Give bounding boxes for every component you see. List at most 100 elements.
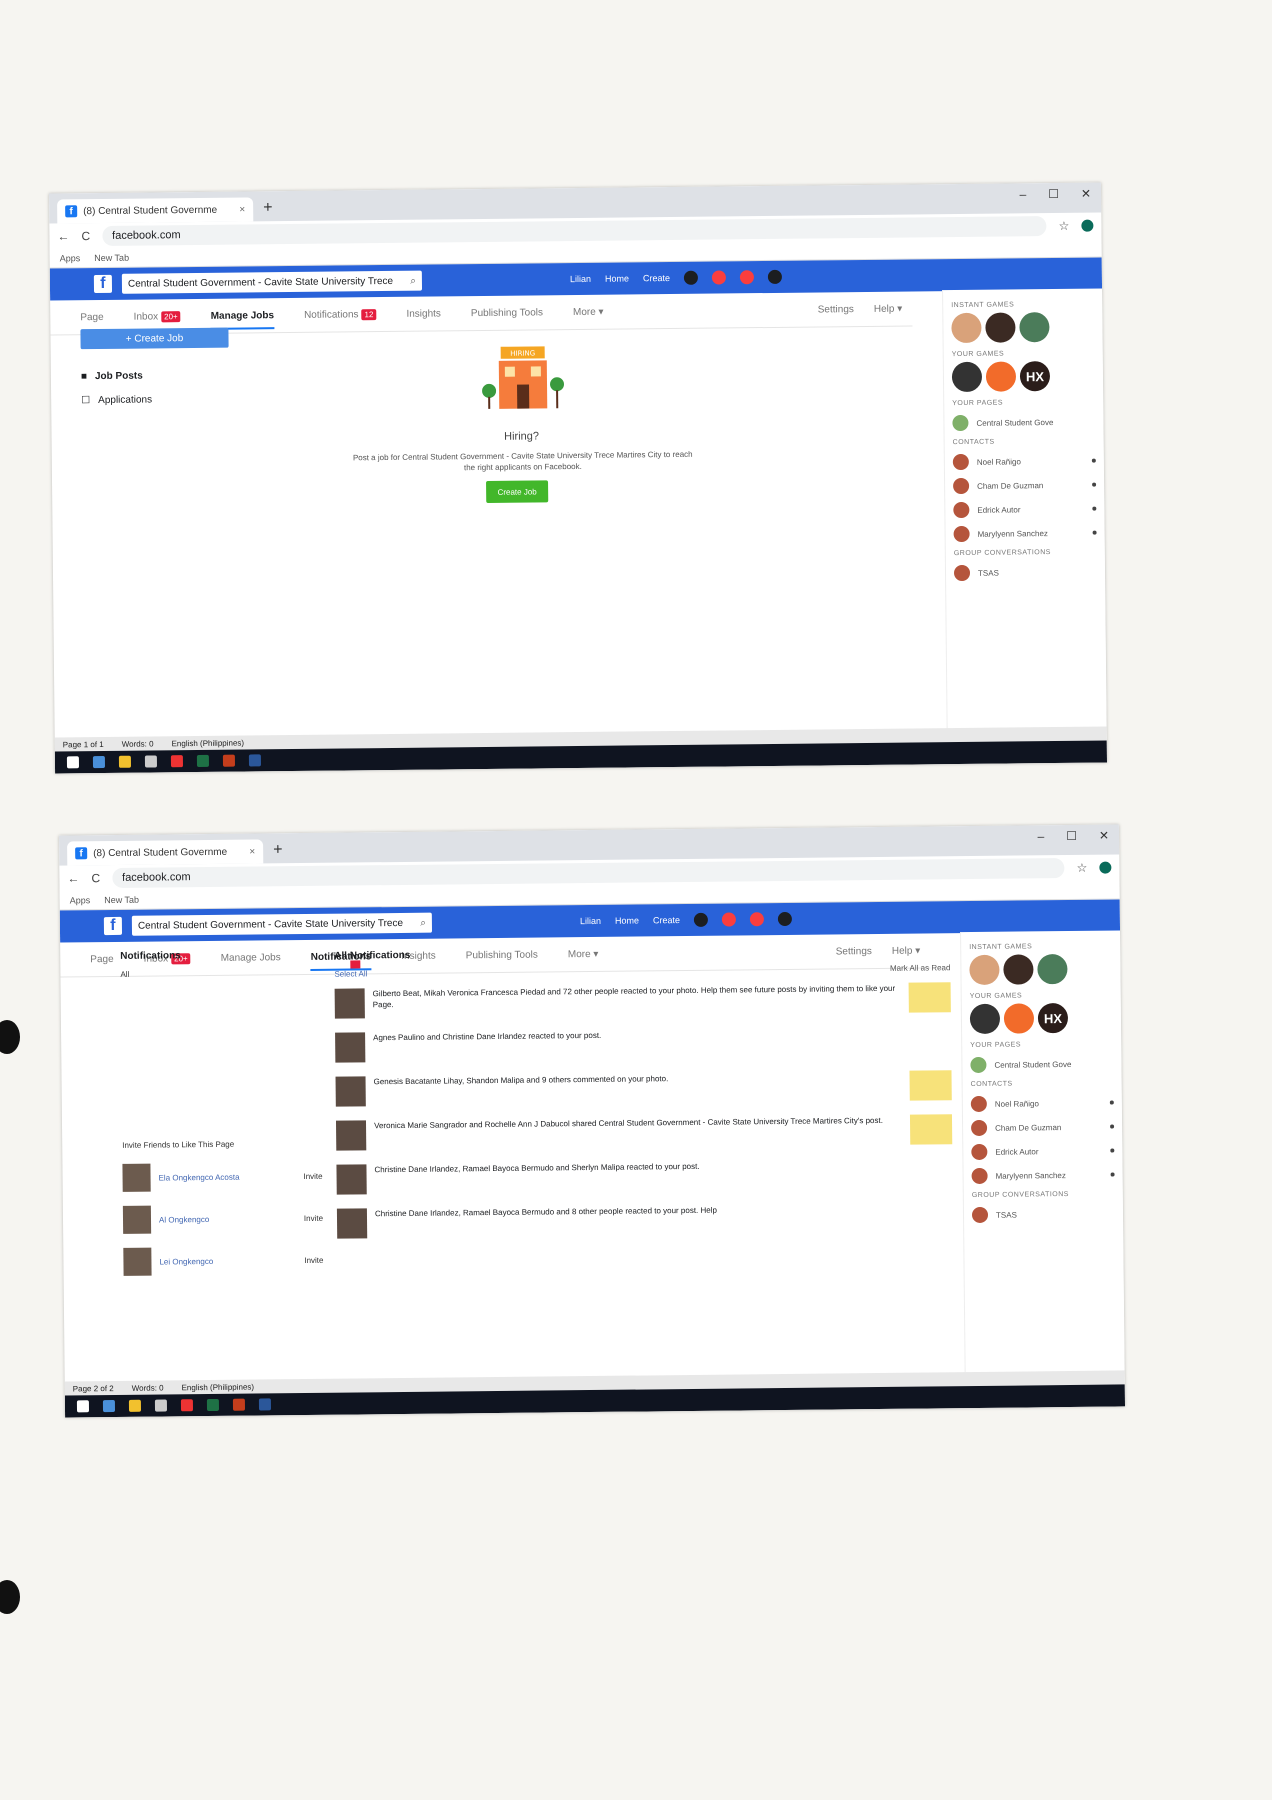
hx-game-icon[interactable]: HX (1037, 1003, 1069, 1034)
profile-avatar[interactable] (1081, 219, 1094, 232)
close-tab-icon[interactable]: × (249, 846, 255, 857)
nav-home[interactable]: Home (615, 915, 639, 925)
help-icon[interactable] (767, 269, 783, 284)
word-icon[interactable] (248, 754, 262, 767)
contact-item[interactable]: Edrick Autor (953, 501, 1097, 519)
bookmark-apps[interactable]: Apps (70, 895, 91, 905)
maximize-icon[interactable]: ☐ (1066, 829, 1077, 843)
nav-profile[interactable]: Lilian (570, 274, 591, 284)
create-job-cta-button[interactable]: Create Job (486, 480, 549, 503)
notifications-icon[interactable] (749, 912, 765, 927)
notification-item[interactable]: Genesis Bacatante Lihay, Shandon Malipa … (335, 1070, 952, 1107)
star-icon[interactable]: ☆ (1077, 861, 1088, 875)
excel-icon[interactable] (196, 754, 210, 768)
game-avatar[interactable] (1019, 312, 1050, 343)
facebook-logo-icon[interactable]: f (103, 916, 123, 936)
game-avatar[interactable] (985, 312, 1016, 343)
hx-game-icon[interactable]: HX (1019, 361, 1051, 392)
contact-item[interactable]: Cham De Guzman (953, 477, 1097, 495)
start-icon[interactable] (76, 1400, 90, 1413)
taskbar-app-icon[interactable] (118, 755, 132, 768)
select-all-link[interactable]: Select All (334, 969, 367, 978)
new-tab-icon[interactable]: + (263, 199, 273, 217)
page-item[interactable]: Central Student Gove (970, 1056, 1113, 1074)
notifications-icon[interactable] (739, 270, 755, 285)
friends-icon[interactable] (683, 270, 699, 285)
notification-item[interactable]: Christine Dane Irlandez, Ramael Bayoca B… (336, 1202, 953, 1239)
filter-all[interactable]: All (120, 968, 310, 979)
nav-profile[interactable]: Lilian (580, 916, 601, 926)
group-item[interactable]: TSAS (971, 1206, 1115, 1224)
chrome-icon[interactable] (180, 1399, 194, 1412)
help-icon[interactable] (777, 911, 793, 927)
profile-avatar[interactable] (1099, 861, 1112, 874)
close-window-icon[interactable]: ✕ (1081, 187, 1091, 201)
game-avatar[interactable] (985, 361, 1017, 392)
maximize-icon[interactable]: ☐ (1048, 187, 1059, 201)
close-tab-icon[interactable]: × (239, 204, 245, 215)
new-tab-icon[interactable]: + (273, 841, 283, 859)
contact-item[interactable]: Cham De Guzman (971, 1119, 1115, 1137)
game-avatar[interactable] (1003, 954, 1034, 985)
contact-item[interactable]: Noel Rañigo (970, 1095, 1114, 1113)
friends-icon[interactable] (693, 912, 709, 927)
notification-item[interactable]: Agnes Paulino and Christine Dane Irlande… (335, 1026, 951, 1063)
browser-tab[interactable]: f (8) Central Student Governme × (57, 197, 254, 224)
search-input[interactable]: Central Student Government - Cavite Stat… (131, 912, 433, 936)
game-avatar[interactable] (951, 361, 983, 393)
back-icon[interactable]: ← (67, 871, 79, 885)
job-posts-link[interactable]: ■ Job Posts (81, 364, 152, 389)
taskbar-app-icon[interactable] (102, 1400, 116, 1413)
invite-button[interactable]: Invite (303, 1171, 322, 1180)
browser-tab[interactable]: f (8) Central Student Governme × (67, 839, 264, 866)
group-item[interactable]: TSAS (953, 564, 1097, 582)
messenger-icon[interactable] (711, 270, 727, 285)
game-avatar[interactable] (951, 312, 982, 344)
reload-icon[interactable]: C (81, 229, 90, 243)
invitee-name[interactable]: Al Ongkengco (159, 1215, 209, 1225)
mark-all-read-link[interactable]: Mark All as Read (890, 963, 951, 973)
word-icon[interactable] (258, 1398, 272, 1411)
create-job-button[interactable]: + Create Job (80, 327, 229, 350)
taskbar-app-icon[interactable] (128, 1399, 142, 1412)
contact-item[interactable]: Marylyenn Sanchez (971, 1167, 1115, 1185)
contact-item[interactable]: Marylyenn Sanchez (953, 525, 1097, 543)
notification-item[interactable]: Gilberto Beat, Mikah Veronica Francesca … (334, 982, 951, 1019)
search-input[interactable]: Central Student Government - Cavite Stat… (121, 270, 423, 294)
start-icon[interactable] (66, 756, 80, 769)
bookmark-new-tab[interactable]: New Tab (104, 895, 139, 905)
notification-item[interactable]: Veronica Marie Sangrador and Rochelle An… (335, 1114, 953, 1151)
powerpoint-icon[interactable] (222, 754, 236, 767)
bookmark-new-tab[interactable]: New Tab (94, 253, 129, 263)
game-avatar[interactable] (969, 954, 1000, 986)
nav-create[interactable]: Create (653, 915, 680, 925)
invite-button[interactable]: Invite (304, 1255, 323, 1264)
messenger-icon[interactable] (721, 912, 737, 927)
minimize-icon[interactable]: – (1037, 829, 1044, 843)
game-avatar[interactable] (1003, 1003, 1035, 1034)
applications-link[interactable]: ☐ Applications (81, 388, 152, 413)
game-avatar[interactable] (969, 1003, 1001, 1035)
search-icon[interactable]: ⌕ (420, 917, 426, 928)
search-icon[interactable]: ⌕ (410, 275, 416, 286)
nav-home[interactable]: Home (605, 273, 629, 283)
invitee-name[interactable]: Lei Ongkengco (159, 1256, 213, 1266)
taskbar-app-icon[interactable] (92, 755, 106, 769)
close-window-icon[interactable]: ✕ (1099, 829, 1109, 843)
back-icon[interactable]: ← (57, 229, 69, 243)
notification-item[interactable]: Christine Dane Irlandez, Ramael Bayoca B… (336, 1158, 952, 1195)
minimize-icon[interactable]: – (1019, 187, 1026, 201)
contact-item[interactable]: Edrick Autor (971, 1143, 1115, 1161)
chrome-icon[interactable] (170, 755, 184, 768)
nav-create[interactable]: Create (643, 273, 670, 283)
bookmark-apps[interactable]: Apps (60, 253, 81, 263)
contact-item[interactable]: Noel Rañigo (952, 453, 1096, 471)
excel-icon[interactable] (206, 1398, 220, 1412)
taskbar-app-icon[interactable] (154, 1399, 168, 1412)
facebook-logo-icon[interactable]: f (93, 274, 113, 294)
reload-icon[interactable]: C (91, 871, 100, 885)
game-avatar[interactable] (1037, 954, 1068, 985)
page-item[interactable]: Central Student Gove (952, 414, 1095, 432)
invite-button[interactable]: Invite (304, 1213, 323, 1222)
taskbar-app-icon[interactable] (144, 755, 158, 768)
